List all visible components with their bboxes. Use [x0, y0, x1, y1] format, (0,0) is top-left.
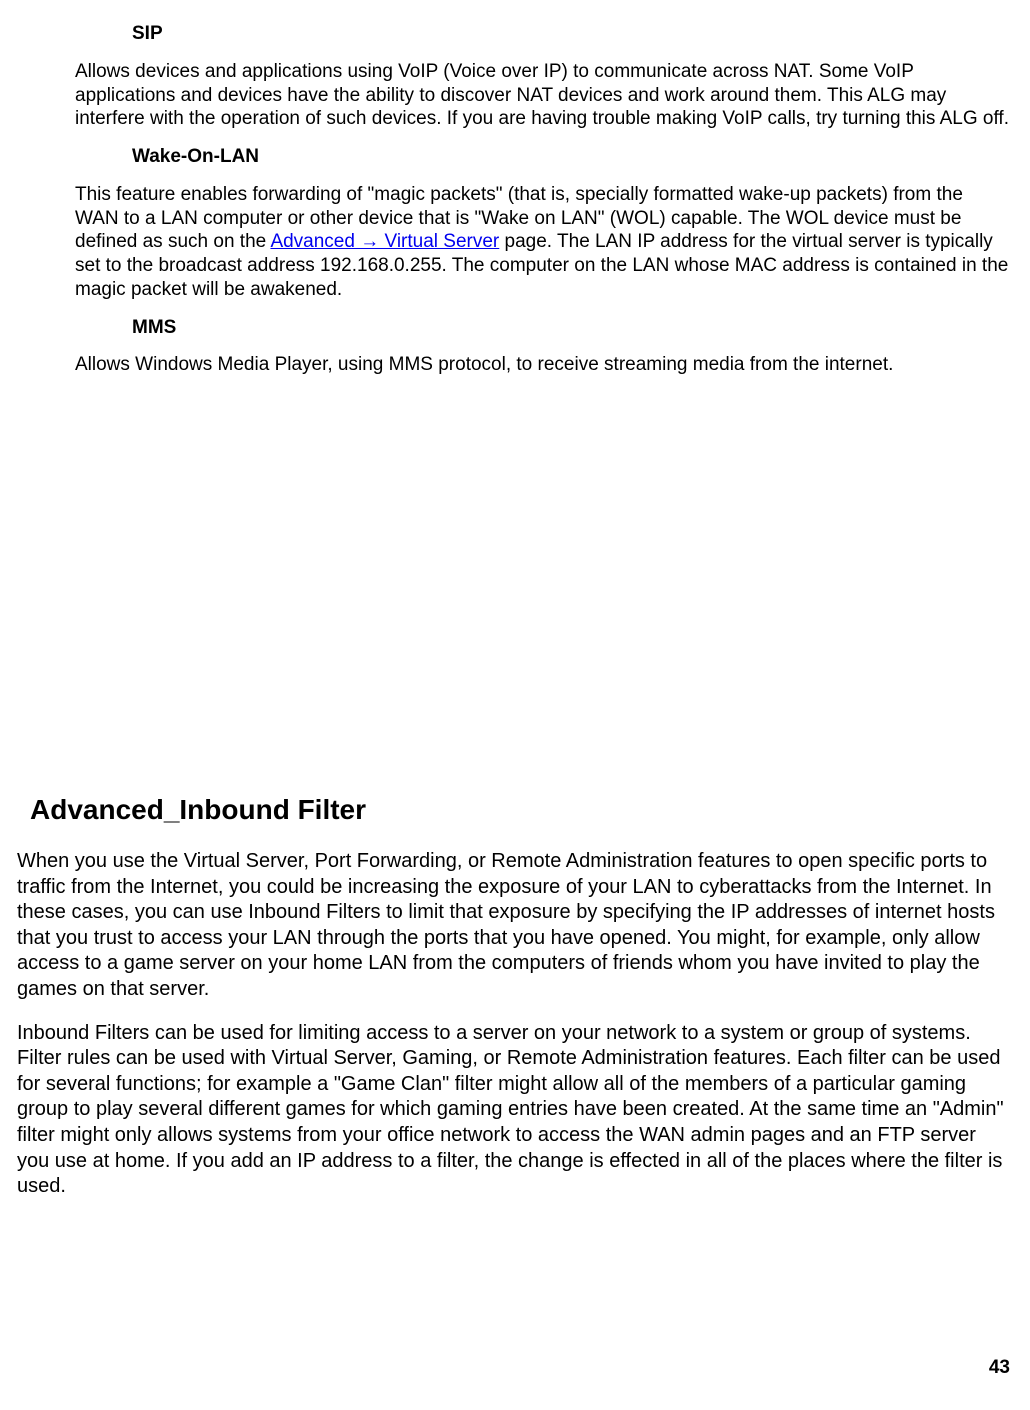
section-paragraph-1: When you use the Virtual Server, Port Fo…: [17, 849, 1006, 1003]
mms-description: Allows Windows Media Player, using MMS p…: [75, 353, 1010, 377]
section-paragraph-2: Inbound Filters can be used for limiting…: [17, 1021, 1006, 1200]
sip-heading: SIP: [132, 22, 1010, 46]
sip-description: Allows devices and applications using Vo…: [75, 60, 1010, 131]
section-heading: Advanced_Inbound Filter: [30, 792, 1010, 827]
mms-heading: MMS: [132, 316, 1010, 340]
page-number: 43: [989, 1356, 1010, 1380]
wol-heading: Wake-On-LAN: [132, 145, 1010, 169]
virtual-server-link[interactable]: Advanced → Virtual Server: [270, 231, 499, 252]
wol-description: This feature enables forwarding of "magi…: [75, 183, 1010, 302]
